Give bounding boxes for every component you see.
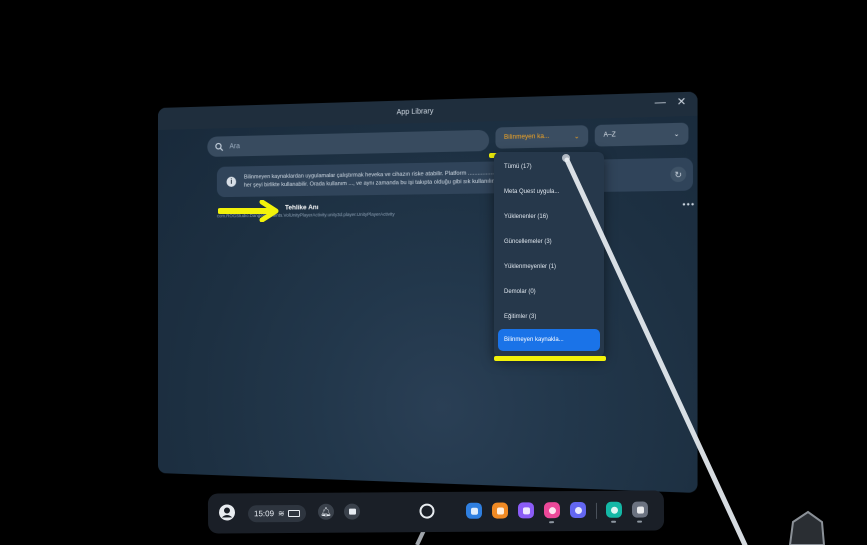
running-indicator <box>637 520 643 523</box>
system-taskbar: 15:09 ≋ 🔔︎ <box>207 490 665 534</box>
clock-status[interactable]: 15:09 ≋ <box>247 504 307 523</box>
camera-icon[interactable] <box>543 502 561 519</box>
people-icon[interactable] <box>517 502 535 519</box>
share-icon[interactable] <box>343 503 361 520</box>
running-indicator <box>611 520 617 523</box>
media-icon[interactable] <box>569 501 587 519</box>
profile-icon[interactable] <box>218 503 236 526</box>
shop-icon[interactable] <box>491 502 509 519</box>
taskbar-divider <box>595 502 598 519</box>
wifi-icon: ≋ <box>278 509 285 519</box>
controller-pointer-beam <box>415 154 826 545</box>
home-button[interactable] <box>418 502 436 525</box>
time-text: 15:09 <box>253 509 275 519</box>
running-indicator <box>549 521 555 524</box>
grid-icon[interactable] <box>631 501 649 518</box>
controller-icon <box>788 510 826 545</box>
notifications-icon[interactable]: 🔔︎ <box>317 503 335 520</box>
settings-app-icon[interactable] <box>605 501 623 518</box>
store-icon[interactable] <box>465 502 483 519</box>
battery-icon <box>287 509 300 518</box>
